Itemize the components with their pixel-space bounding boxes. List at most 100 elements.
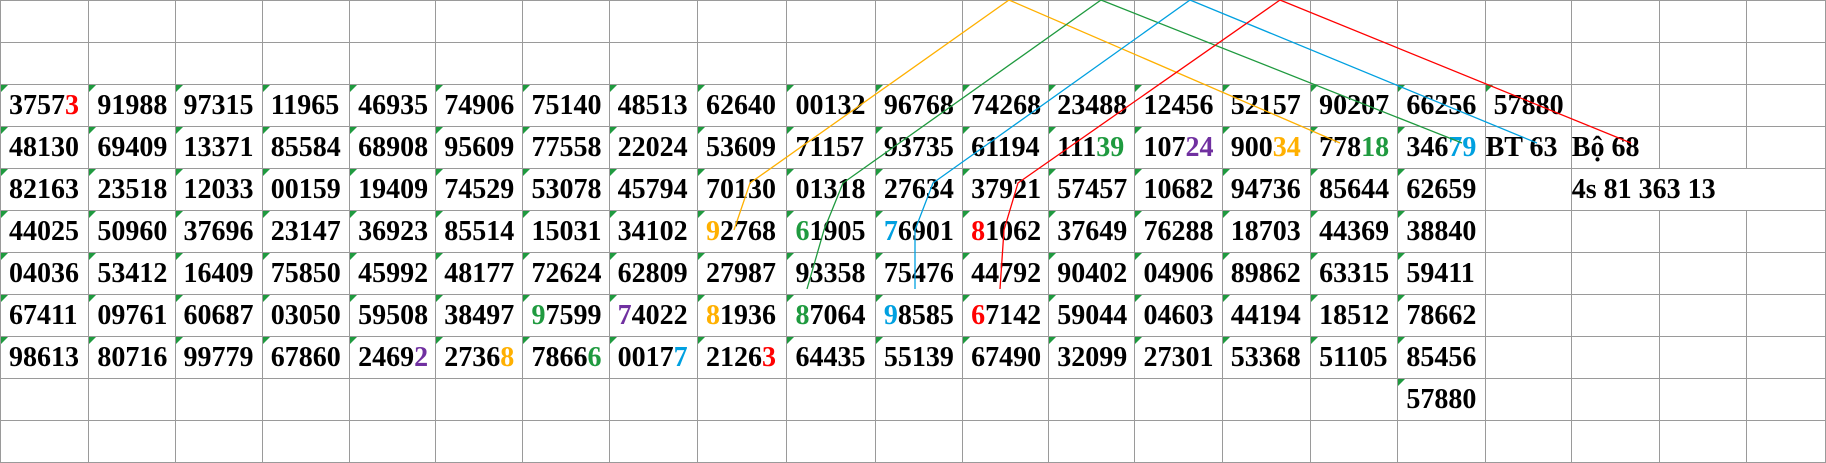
number-cell[interactable]: 59044 xyxy=(1048,294,1136,337)
number-cell[interactable]: 51105 xyxy=(1310,336,1399,379)
number-cell[interactable]: 90207 xyxy=(1310,84,1399,127)
number-cell[interactable]: 85644 xyxy=(1310,168,1399,211)
number-cell[interactable]: 97599 xyxy=(522,294,610,337)
empty-cell[interactable] xyxy=(1746,378,1826,421)
number-cell[interactable]: 69409 xyxy=(88,126,176,169)
number-cell[interactable]: 44025 xyxy=(0,210,90,253)
empty-cell[interactable] xyxy=(1570,252,1661,295)
number-cell[interactable]: 23488 xyxy=(1048,84,1136,127)
number-cell[interactable]: 10724 xyxy=(1134,126,1223,169)
empty-cell[interactable] xyxy=(1310,42,1399,85)
number-cell[interactable]: 22024 xyxy=(608,126,699,169)
empty-cell[interactable] xyxy=(1484,294,1572,337)
number-cell[interactable]: 27634 xyxy=(874,168,964,211)
number-cell[interactable]: 63315 xyxy=(1310,252,1399,295)
empty-cell[interactable] xyxy=(874,42,964,85)
empty-cell[interactable] xyxy=(697,420,788,463)
empty-cell[interactable] xyxy=(349,42,437,85)
number-cell[interactable]: 04906 xyxy=(1134,252,1223,295)
number-cell[interactable]: 37649 xyxy=(1048,210,1136,253)
empty-cell[interactable] xyxy=(261,42,351,85)
number-cell[interactable]: 62640 xyxy=(697,84,788,127)
number-cell[interactable]: 00177 xyxy=(608,336,699,379)
empty-cell[interactable] xyxy=(1659,0,1748,43)
empty-cell[interactable] xyxy=(1746,252,1826,295)
empty-cell[interactable] xyxy=(1221,378,1312,421)
number-cell[interactable]: 67142 xyxy=(962,294,1050,337)
empty-cell[interactable] xyxy=(1397,42,1486,85)
number-cell[interactable]: 59411 xyxy=(1397,252,1486,295)
number-cell[interactable]: 01318 xyxy=(786,168,876,211)
number-cell[interactable]: 92768 xyxy=(697,210,788,253)
empty-cell[interactable] xyxy=(1570,0,1661,43)
empty-cell[interactable] xyxy=(435,378,524,421)
empty-cell[interactable] xyxy=(608,42,699,85)
empty-cell[interactable] xyxy=(1484,252,1572,295)
note-bo[interactable]: Bộ 68 xyxy=(1570,126,1661,169)
empty-cell[interactable] xyxy=(1484,378,1572,421)
number-cell[interactable]: 76288 xyxy=(1134,210,1223,253)
empty-cell[interactable] xyxy=(522,378,610,421)
empty-cell[interactable] xyxy=(174,42,263,85)
number-cell[interactable]: 52157 xyxy=(1221,84,1312,127)
number-cell[interactable]: 57457 xyxy=(1048,168,1136,211)
empty-cell[interactable] xyxy=(1659,420,1748,463)
empty-cell[interactable] xyxy=(1746,84,1826,127)
number-cell[interactable]: 53412 xyxy=(88,252,176,295)
number-cell[interactable]: 44369 xyxy=(1310,210,1399,253)
empty-cell[interactable] xyxy=(608,0,699,43)
number-cell[interactable]: 34102 xyxy=(608,210,699,253)
empty-cell[interactable] xyxy=(697,42,788,85)
number-cell[interactable]: 37573 xyxy=(0,84,90,127)
number-cell[interactable]: 12033 xyxy=(174,168,263,211)
number-cell[interactable]: 27301 xyxy=(1134,336,1223,379)
note-fours[interactable]: 4s 81 363 13 xyxy=(1570,168,1826,211)
empty-cell[interactable] xyxy=(349,420,437,463)
number-cell[interactable]: 37921 xyxy=(962,168,1050,211)
empty-cell[interactable] xyxy=(0,378,90,421)
number-cell[interactable]: 78662 xyxy=(1397,294,1486,337)
number-cell[interactable]: 44792 xyxy=(962,252,1050,295)
number-cell[interactable]: 23147 xyxy=(261,210,351,253)
empty-cell[interactable] xyxy=(608,378,699,421)
number-cell[interactable]: 68908 xyxy=(349,126,437,169)
number-cell[interactable]: 10682 xyxy=(1134,168,1223,211)
number-cell[interactable]: 57880 xyxy=(1484,84,1572,127)
number-cell[interactable]: 90402 xyxy=(1048,252,1136,295)
number-cell[interactable]: 77818 xyxy=(1310,126,1399,169)
empty-cell[interactable] xyxy=(1570,378,1661,421)
number-cell[interactable]: 45992 xyxy=(349,252,437,295)
number-cell[interactable]: 78666 xyxy=(522,336,610,379)
empty-cell[interactable] xyxy=(1221,420,1312,463)
number-cell[interactable]: 90034 xyxy=(1221,126,1312,169)
empty-cell[interactable] xyxy=(697,0,788,43)
number-cell[interactable]: 04036 xyxy=(0,252,90,295)
empty-cell[interactable] xyxy=(1484,420,1572,463)
number-cell[interactable]: 48130 xyxy=(0,126,90,169)
number-cell[interactable]: 75140 xyxy=(522,84,610,127)
empty-cell[interactable] xyxy=(174,378,263,421)
empty-cell[interactable] xyxy=(1397,0,1486,43)
empty-cell[interactable] xyxy=(1659,84,1748,127)
empty-cell[interactable] xyxy=(522,420,610,463)
empty-cell[interactable] xyxy=(1221,42,1312,85)
empty-cell[interactable] xyxy=(1570,42,1661,85)
number-cell[interactable]: 75850 xyxy=(261,252,351,295)
empty-cell[interactable] xyxy=(1659,252,1748,295)
number-cell[interactable]: 85456 xyxy=(1397,336,1486,379)
number-cell[interactable]: 16409 xyxy=(174,252,263,295)
empty-cell[interactable] xyxy=(1310,420,1399,463)
number-cell[interactable]: 48513 xyxy=(608,84,699,127)
empty-cell[interactable] xyxy=(962,42,1050,85)
number-cell[interactable]: 66256 xyxy=(1397,84,1486,127)
empty-cell[interactable] xyxy=(1048,0,1136,43)
number-cell[interactable]: 87064 xyxy=(786,294,876,337)
empty-cell[interactable] xyxy=(435,420,524,463)
empty-cell[interactable] xyxy=(88,0,176,43)
empty-cell[interactable] xyxy=(1484,336,1572,379)
empty-cell[interactable] xyxy=(1484,42,1572,85)
empty-cell[interactable] xyxy=(1570,336,1661,379)
empty-cell[interactable] xyxy=(1746,210,1826,253)
empty-cell[interactable] xyxy=(1659,294,1748,337)
empty-cell[interactable] xyxy=(1570,210,1661,253)
